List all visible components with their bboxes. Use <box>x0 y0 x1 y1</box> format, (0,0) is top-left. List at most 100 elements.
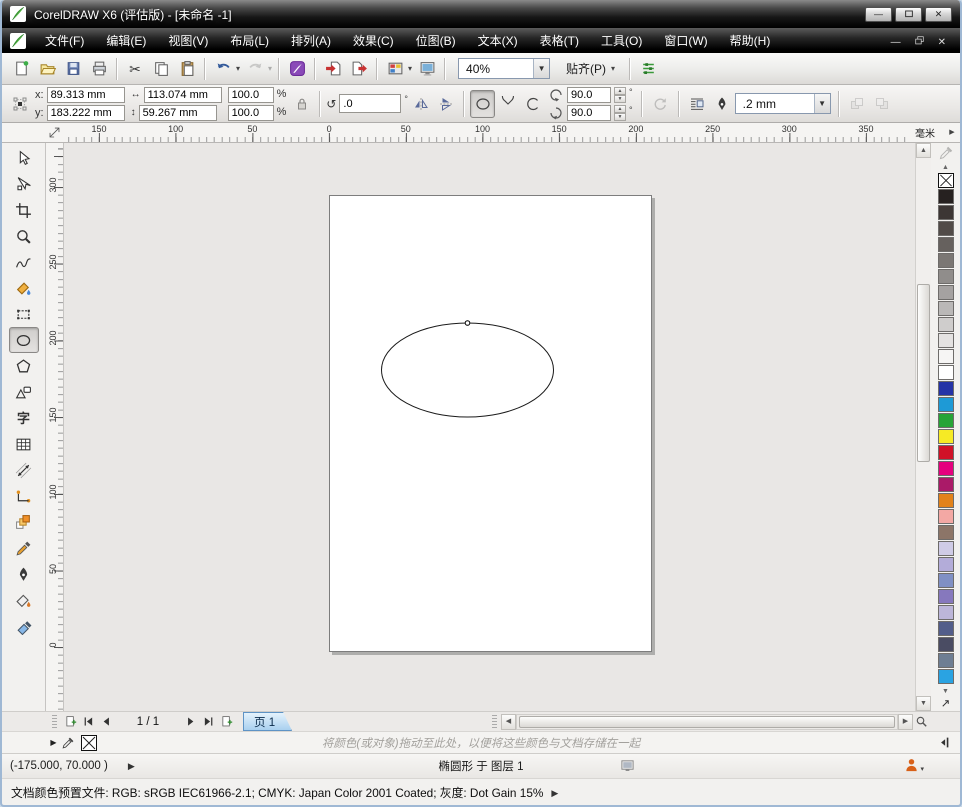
horizontal-ruler[interactable]: 15010050050100150200250300350 <box>64 123 906 142</box>
end-angle-field[interactable] <box>567 105 611 121</box>
ellipse-node-handle[interactable] <box>465 321 470 326</box>
ellipse-object[interactable] <box>382 323 554 417</box>
cut-button[interactable]: ✂ <box>122 57 148 81</box>
welcome-screen-button[interactable] <box>414 57 440 81</box>
undo-dropdown[interactable]: ▾ <box>236 64 240 73</box>
color-swatch[interactable] <box>938 189 954 204</box>
import-button[interactable] <box>320 57 346 81</box>
copy-button[interactable] <box>148 57 174 81</box>
menu-arrange[interactable]: 排列(A) <box>280 28 342 53</box>
add-page-button-2[interactable] <box>217 713 235 730</box>
menu-table[interactable]: 表格(T) <box>529 28 590 53</box>
color-swatch[interactable] <box>938 493 954 508</box>
ellipse-tool[interactable] <box>9 327 39 353</box>
end-angle-stepper[interactable]: ▲▼ <box>614 105 626 121</box>
menu-effects[interactable]: 效果(C) <box>342 28 405 53</box>
redo-dropdown[interactable]: ▾ <box>268 64 272 73</box>
color-swatch[interactable] <box>938 413 954 428</box>
no-color-swatch[interactable] <box>81 735 97 751</box>
horizontal-scrollbar-thumb[interactable] <box>519 716 895 728</box>
new-document-button[interactable] <box>8 57 34 81</box>
object-height-field[interactable] <box>139 105 217 121</box>
start-angle-field[interactable] <box>567 87 611 103</box>
chevron-down-icon[interactable]: ▼ <box>814 94 830 113</box>
save-button[interactable] <box>60 57 86 81</box>
color-swatch[interactable] <box>938 237 954 252</box>
start-angle-stepper[interactable]: ▲▼ <box>614 87 626 103</box>
first-page-button[interactable] <box>79 713 97 730</box>
last-page-button[interactable] <box>199 713 217 730</box>
basic-shapes-tool[interactable] <box>9 379 39 405</box>
color-swatch[interactable] <box>938 637 954 652</box>
chevron-down-icon[interactable]: ▼ <box>533 59 549 78</box>
menu-view[interactable]: 视图(V) <box>157 28 219 53</box>
ellipse-mode-button[interactable] <box>470 90 495 118</box>
y-position-field[interactable] <box>47 105 125 121</box>
menu-layout[interactable]: 布局(L) <box>219 28 280 53</box>
fill-tool[interactable] <box>9 587 39 613</box>
color-swatch[interactable] <box>938 477 954 492</box>
color-swatch[interactable] <box>938 589 954 604</box>
x-position-field[interactable] <box>47 87 125 103</box>
color-swatch[interactable] <box>938 301 954 316</box>
application-launcher-dropdown[interactable]: ▾ <box>408 64 412 73</box>
doc-close-button[interactable]: ✕ <box>938 34 946 48</box>
maximize-button[interactable] <box>895 7 922 22</box>
color-swatch[interactable] <box>938 285 954 300</box>
scroll-down-button[interactable]: ▼ <box>916 696 931 711</box>
color-swatch[interactable] <box>938 317 954 332</box>
close-button[interactable]: ✕ <box>925 7 952 22</box>
add-page-button[interactable] <box>61 713 79 730</box>
color-swatch[interactable] <box>938 669 954 684</box>
drawing-page[interactable] <box>329 195 652 652</box>
color-swatch[interactable] <box>938 333 954 348</box>
ruler-scroll-button[interactable]: ▶ <box>944 123 960 142</box>
blend-tool[interactable] <box>9 509 39 535</box>
doc-restore-button[interactable] <box>914 35 925 46</box>
parallel-dimension-tool[interactable] <box>9 457 39 483</box>
vertical-ruler[interactable]: 300250200150100500 <box>46 143 64 711</box>
polygon-tool[interactable] <box>9 353 39 379</box>
table-tool[interactable] <box>9 431 39 457</box>
color-swatch[interactable] <box>938 429 954 444</box>
application-launcher-button[interactable] <box>382 57 408 81</box>
ruler-corner[interactable] <box>2 123 64 142</box>
previous-page-button[interactable] <box>97 713 115 730</box>
doc-minimize-button[interactable]: — <box>891 34 901 48</box>
connector-tool[interactable] <box>9 483 39 509</box>
menu-tools[interactable]: 工具(O) <box>590 28 653 53</box>
color-swatch[interactable] <box>938 253 954 268</box>
palette-scroll-up[interactable]: ▲ <box>942 162 949 173</box>
color-swatch[interactable] <box>938 557 954 572</box>
scale-h-field[interactable] <box>228 87 274 103</box>
color-swatch[interactable] <box>938 573 954 588</box>
docker-collapse-icon[interactable] <box>937 736 950 749</box>
color-swatch[interactable] <box>938 349 954 364</box>
menu-text[interactable]: 文本(X) <box>467 28 529 53</box>
scroll-left-button[interactable]: ◀ <box>501 714 516 730</box>
menu-help[interactable]: 帮助(H) <box>719 28 782 53</box>
menu-bitmaps[interactable]: 位图(B) <box>405 28 467 53</box>
pick-tool[interactable] <box>9 145 39 171</box>
arc-mode-button[interactable] <box>520 90 545 118</box>
horizontal-scrollbar[interactable] <box>516 714 898 730</box>
freehand-tool[interactable] <box>9 249 39 275</box>
color-swatch[interactable] <box>938 397 954 412</box>
export-button[interactable] <box>346 57 372 81</box>
paste-button[interactable] <box>174 57 200 81</box>
wrap-text-button[interactable] <box>685 92 710 116</box>
color-swatch[interactable] <box>938 205 954 220</box>
color-swatch[interactable] <box>938 221 954 236</box>
no-color-swatch[interactable] <box>938 173 954 188</box>
text-tool[interactable]: 字 <box>9 405 39 431</box>
color-swatch[interactable] <box>938 461 954 476</box>
color-swatch[interactable] <box>938 653 954 668</box>
pie-mode-button[interactable] <box>495 90 520 118</box>
scrollbar-grip[interactable] <box>492 715 497 728</box>
scale-v-field[interactable] <box>228 105 274 121</box>
vertical-scrollbar-thumb[interactable] <box>917 284 930 462</box>
rectangle-tool[interactable] <box>9 301 39 327</box>
color-swatch[interactable] <box>938 541 954 556</box>
eyedropper-icon[interactable] <box>61 736 75 750</box>
interactive-fill-tool[interactable] <box>9 613 39 639</box>
